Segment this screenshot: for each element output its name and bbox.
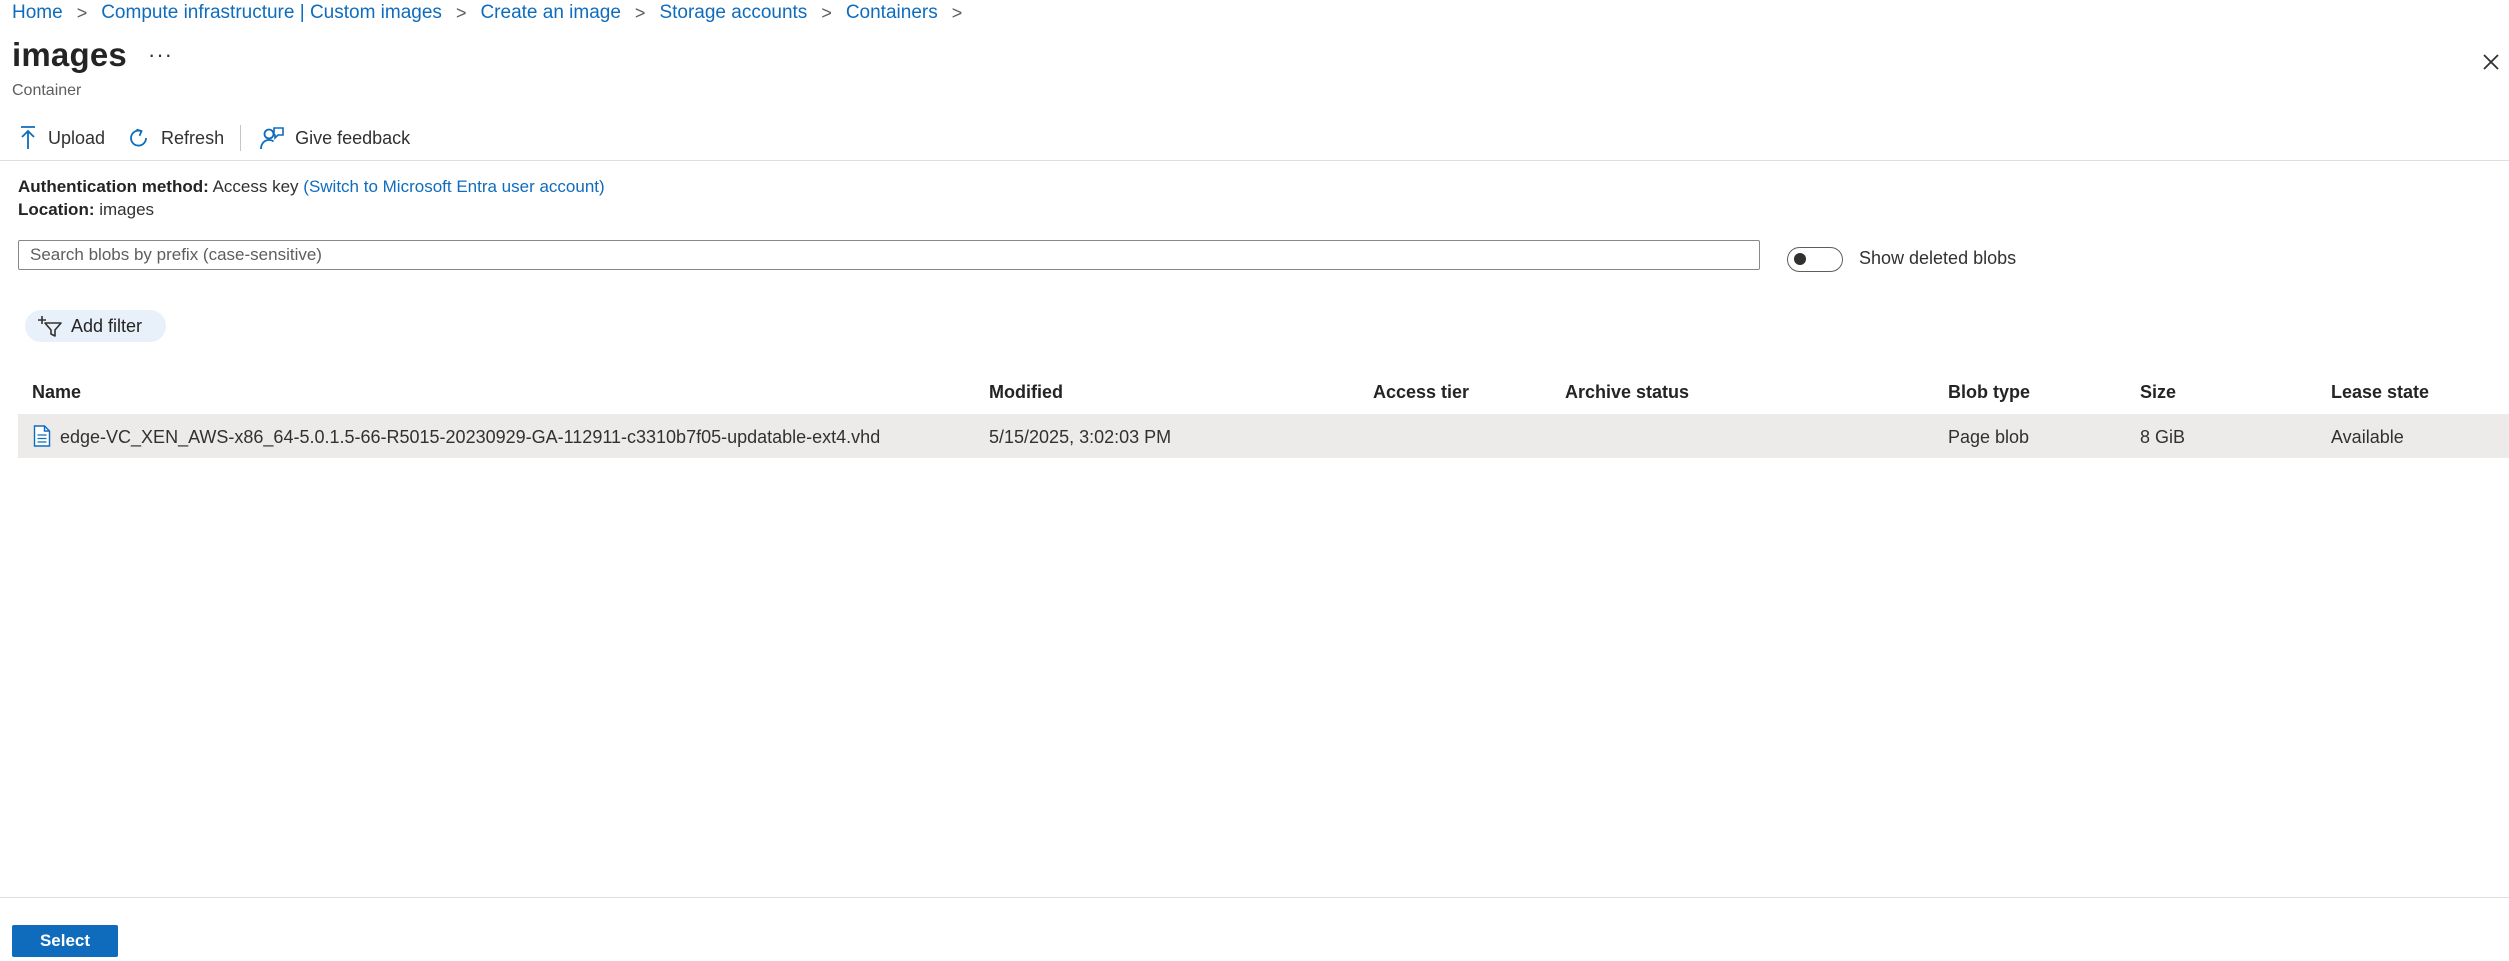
page-title: images	[12, 36, 127, 73]
refresh-button[interactable]: Refresh	[127, 126, 224, 150]
upload-icon	[21, 126, 35, 149]
location-row: Location: images	[18, 200, 154, 220]
select-button[interactable]: Select	[12, 925, 118, 957]
breadcrumb-custom-images[interactable]: Compute infrastructure | Custom images	[101, 2, 442, 24]
give-feedback-label: Give feedback	[295, 127, 411, 148]
chevron-right-icon: >	[76, 2, 88, 23]
column-header-blob-type[interactable]: Blob type	[1948, 382, 2030, 403]
upload-label: Upload	[48, 127, 106, 148]
column-header-modified[interactable]: Modified	[989, 382, 1063, 403]
auth-method-value: Access key	[212, 177, 299, 196]
breadcrumb-containers[interactable]: Containers	[846, 2, 938, 24]
column-header-access-tier[interactable]: Access tier	[1373, 382, 1469, 403]
search-input[interactable]: Search blobs by prefix (case-sensitive)	[18, 240, 1760, 270]
authentication-method-row: Authentication method: Access key (Switc…	[18, 177, 605, 197]
give-feedback-button[interactable]: Give feedback	[259, 125, 410, 151]
command-bar: Upload Refresh Give feedback	[18, 122, 432, 154]
add-filter-icon	[38, 316, 62, 337]
column-header-name[interactable]: Name	[32, 382, 81, 403]
show-deleted-blobs-toggle[interactable]	[1787, 247, 1843, 272]
column-header-lease-state[interactable]: Lease state	[2331, 382, 2429, 403]
file-icon	[33, 425, 51, 447]
chevron-right-icon: >	[455, 2, 467, 23]
toggle-knob	[1794, 253, 1806, 265]
location-label: Location:	[18, 200, 95, 219]
add-filter-label: Add filter	[71, 315, 143, 336]
close-button[interactable]	[2473, 44, 2509, 80]
page-subtitle: Container	[12, 82, 82, 99]
more-options-button[interactable]: ···	[148, 42, 173, 68]
add-filter-button[interactable]: Add filter	[25, 310, 166, 342]
toolbar-divider-line	[0, 160, 2509, 161]
location-value: images	[99, 200, 155, 219]
feedback-icon	[260, 127, 284, 150]
refresh-icon	[130, 128, 147, 147]
column-header-archive-status[interactable]: Archive status	[1565, 382, 1689, 403]
auth-method-label: Authentication method:	[18, 177, 209, 196]
chevron-right-icon: >	[951, 2, 963, 23]
table-row[interactable]: edge-VC_XEN_AWS-x86_64-5.0.1.5-66-R5015-…	[18, 414, 2509, 458]
upload-button[interactable]: Upload	[18, 125, 105, 151]
refresh-label: Refresh	[161, 127, 225, 148]
breadcrumb: Home > Compute infrastructure | Custom i…	[12, 2, 976, 24]
toolbar-divider	[240, 125, 242, 151]
blob-type: Page blob	[1948, 427, 2030, 447]
breadcrumb-storage-accounts[interactable]: Storage accounts	[659, 2, 807, 24]
column-header-size[interactable]: Size	[2140, 382, 2176, 403]
footer-divider	[0, 897, 2509, 898]
show-deleted-blobs-label: Show deleted blobs	[1859, 248, 2017, 268]
close-icon	[2483, 54, 2499, 70]
blob-lease-state: Available	[2331, 427, 2404, 447]
chevron-right-icon: >	[821, 2, 832, 23]
chevron-right-icon: >	[634, 2, 646, 23]
breadcrumb-create-image[interactable]: Create an image	[480, 2, 620, 24]
blob-size: 8 GiB	[2140, 427, 2186, 447]
blob-modified: 5/15/2025, 3:02:03 PM	[989, 427, 1172, 447]
switch-auth-link[interactable]: (Switch to Microsoft Entra user account)	[303, 177, 604, 196]
blob-name-link[interactable]: edge-VC_XEN_AWS-x86_64-5.0.1.5-66-R5015-…	[60, 427, 880, 448]
breadcrumb-home[interactable]: Home	[12, 2, 63, 24]
